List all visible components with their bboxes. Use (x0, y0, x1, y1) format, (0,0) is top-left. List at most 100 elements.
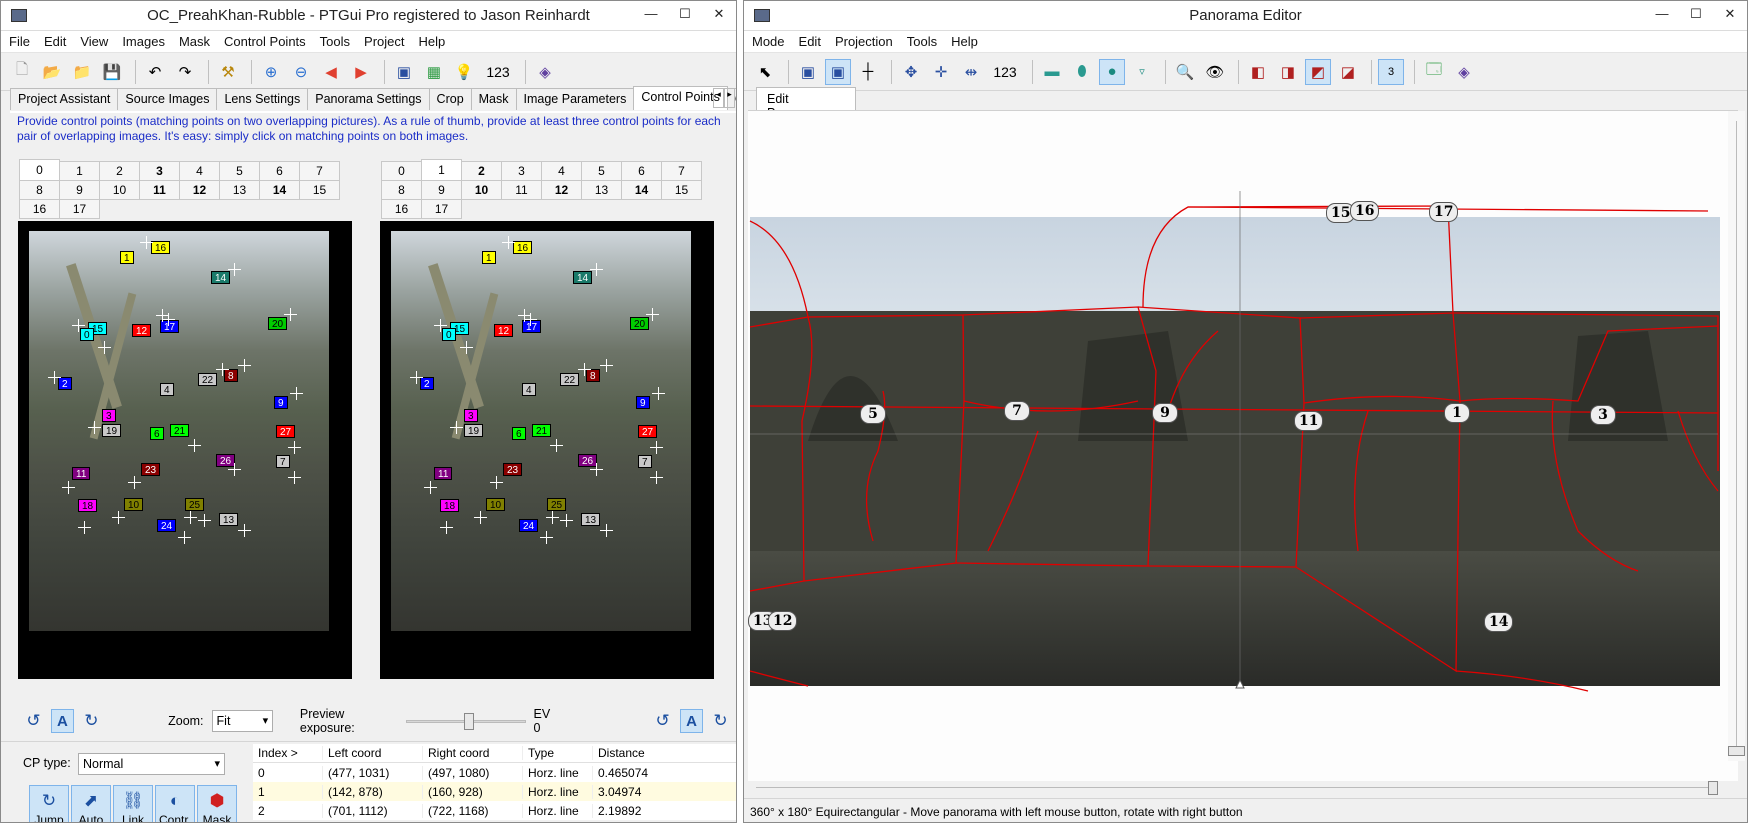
cp-link-button[interactable]: ⛓ Link (113, 785, 153, 822)
control-point-21[interactable]: 21 (170, 424, 190, 437)
menu-control-points[interactable]: Control Points (224, 34, 306, 49)
cp-type-select[interactable]: Normal (78, 753, 225, 775)
grid-left-image-8[interactable]: 8 (19, 180, 60, 200)
grid-left-image-14[interactable]: 14 (259, 180, 300, 200)
grid-right-image-10[interactable]: 10 (461, 180, 502, 200)
grid-right-image-16[interactable]: 16 (381, 199, 422, 219)
control-point-21[interactable]: 21 (532, 424, 552, 437)
minimize-button[interactable]: — (634, 1, 668, 26)
batch-stitch-icon[interactable]: ◈ (532, 59, 558, 85)
batch-stitch-icon-right[interactable]: ◈ (1451, 59, 1477, 85)
grid-left-image-17[interactable]: 17 (59, 199, 100, 219)
control-point-10[interactable]: 10 (486, 498, 506, 511)
save-project-icon[interactable]: 💾 (99, 59, 125, 85)
cp-crosshair[interactable] (288, 471, 301, 484)
control-point-7[interactable]: 7 (638, 455, 652, 468)
menu-file[interactable]: File (9, 34, 30, 49)
cp-crosshair[interactable] (578, 363, 591, 376)
menu-project[interactable]: Project (364, 34, 404, 49)
panorama-image-label-1[interactable]: 1 (1444, 403, 1470, 423)
panorama-hscroll[interactable] (748, 781, 1738, 795)
grid-right-image-12[interactable]: 12 (541, 180, 582, 200)
left-image-vscroll[interactable] (352, 221, 369, 679)
cp-crosshair[interactable] (198, 514, 211, 527)
cp-crosshair[interactable] (188, 439, 201, 452)
cp-crosshair[interactable] (460, 341, 473, 354)
projection-dropdown-icon[interactable]: ▿ (1129, 59, 1155, 85)
numbers-toggle-button[interactable]: 123 (481, 59, 515, 85)
preview-eye-icon[interactable]: 👁 (1202, 59, 1228, 85)
control-point-18[interactable]: 18 (440, 499, 460, 512)
cp-crosshair[interactable] (290, 387, 303, 400)
control-point-22[interactable]: 22 (198, 373, 218, 386)
control-point-13[interactable]: 13 (581, 513, 601, 526)
cylindrical-icon[interactable]: ⬮ (1069, 59, 1095, 85)
minimize-button-right[interactable]: — (1645, 1, 1679, 26)
grid-left-image-5[interactable]: 5 (219, 161, 260, 181)
grid-left-image-4[interactable]: 4 (179, 161, 220, 181)
exposure-slider[interactable] (406, 710, 526, 732)
tools-icon[interactable]: ⚒ (215, 59, 241, 85)
fit-icon[interactable]: ⇹ (958, 59, 984, 85)
image-outline-icon[interactable]: ◧ (1245, 59, 1271, 85)
cp-jump-button[interactable]: ↻ Jump (29, 785, 69, 822)
panorama-image-label-12[interactable]: 12 (768, 611, 798, 631)
tab-lens-settings[interactable]: Lens Settings (216, 88, 309, 110)
cp-crosshair[interactable] (62, 481, 75, 494)
cp-contr-button[interactable]: ◐ Contr. (155, 785, 195, 822)
grid-right-image-6[interactable]: 6 (621, 161, 662, 181)
control-point-1[interactable]: 1 (482, 251, 496, 264)
rotate-left-icon[interactable]: ↺ (22, 709, 45, 733)
menu-edit[interactable]: Edit (44, 34, 66, 49)
control-point-24[interactable]: 24 (519, 519, 539, 532)
cp-crosshair[interactable] (590, 463, 603, 476)
rotate-right-icon-right[interactable]: ↻ (709, 709, 732, 733)
grid-right-image-11[interactable]: 11 (501, 180, 542, 200)
panorama-image-label-9[interactable]: 9 (1152, 403, 1178, 423)
grid-left-image-12[interactable]: 12 (179, 180, 220, 200)
panorama-vscroll-thumb[interactable] (1728, 746, 1745, 756)
menu-mask[interactable]: Mask (179, 34, 210, 49)
grid-right-image-15[interactable]: 15 (661, 180, 702, 200)
column-header-3[interactable]: Type (523, 746, 593, 760)
grid-right-image-2[interactable]: 2 (461, 161, 502, 181)
close-button-right[interactable]: ✕ (1713, 1, 1747, 26)
column-header-0[interactable]: Index > (253, 746, 323, 760)
cp-crosshair[interactable] (546, 511, 559, 524)
zoom-out-icon[interactable]: ⊖ (288, 59, 314, 85)
control-point-19[interactable]: 19 (464, 424, 484, 437)
cp-crosshair[interactable] (228, 463, 241, 476)
tab-panorama-settings[interactable]: Panorama Settings (307, 88, 430, 110)
table-row[interactable]: 0 (477, 1031) (497, 1080) Horz. line 0.46507… (253, 763, 736, 782)
control-point-11[interactable]: 11 (72, 467, 91, 480)
cp-crosshair[interactable] (98, 341, 111, 354)
grid-left-image-13[interactable]: 13 (219, 180, 260, 200)
grid-right-image-14[interactable]: 14 (621, 180, 662, 200)
control-point-25[interactable]: 25 (185, 498, 205, 511)
redo-icon[interactable]: ↷ (172, 59, 198, 85)
control-point-3[interactable]: 3 (464, 409, 478, 422)
control-point-19[interactable]: 19 (102, 424, 122, 437)
tab-scroll-left[interactable]: ◂ (713, 88, 724, 108)
exposure-slider-thumb[interactable] (464, 713, 475, 730)
menu-help[interactable]: Help (951, 34, 978, 49)
panorama-editor-icon[interactable]: ▣ (391, 59, 417, 85)
previous-arrow-icon[interactable]: ◀ (318, 59, 344, 85)
numbered-badge-icon[interactable]: 3 (1378, 58, 1404, 85)
move-panorama-icon[interactable]: ▣ (825, 58, 851, 85)
control-point-16[interactable]: 16 (151, 241, 171, 254)
horizon-icon[interactable]: ✛ (928, 59, 954, 85)
control-point-24[interactable]: 24 (157, 519, 177, 532)
cp-mask-button[interactable]: ⬢ Mask (197, 785, 237, 822)
control-point-25[interactable]: 25 (547, 498, 567, 511)
grid-left-image-0[interactable]: 0 (19, 159, 60, 181)
cp-crosshair[interactable] (650, 441, 663, 454)
grid-right-image-4[interactable]: 4 (541, 161, 582, 181)
control-point-4[interactable]: 4 (522, 383, 536, 396)
cp-crosshair[interactable] (48, 371, 61, 384)
cp-crosshair[interactable] (72, 319, 85, 332)
cp-crosshair[interactable] (424, 481, 437, 494)
control-point-27[interactable]: 27 (276, 425, 296, 438)
grid-left-image-11[interactable]: 11 (139, 180, 180, 200)
cp-crosshair[interactable] (88, 421, 101, 434)
